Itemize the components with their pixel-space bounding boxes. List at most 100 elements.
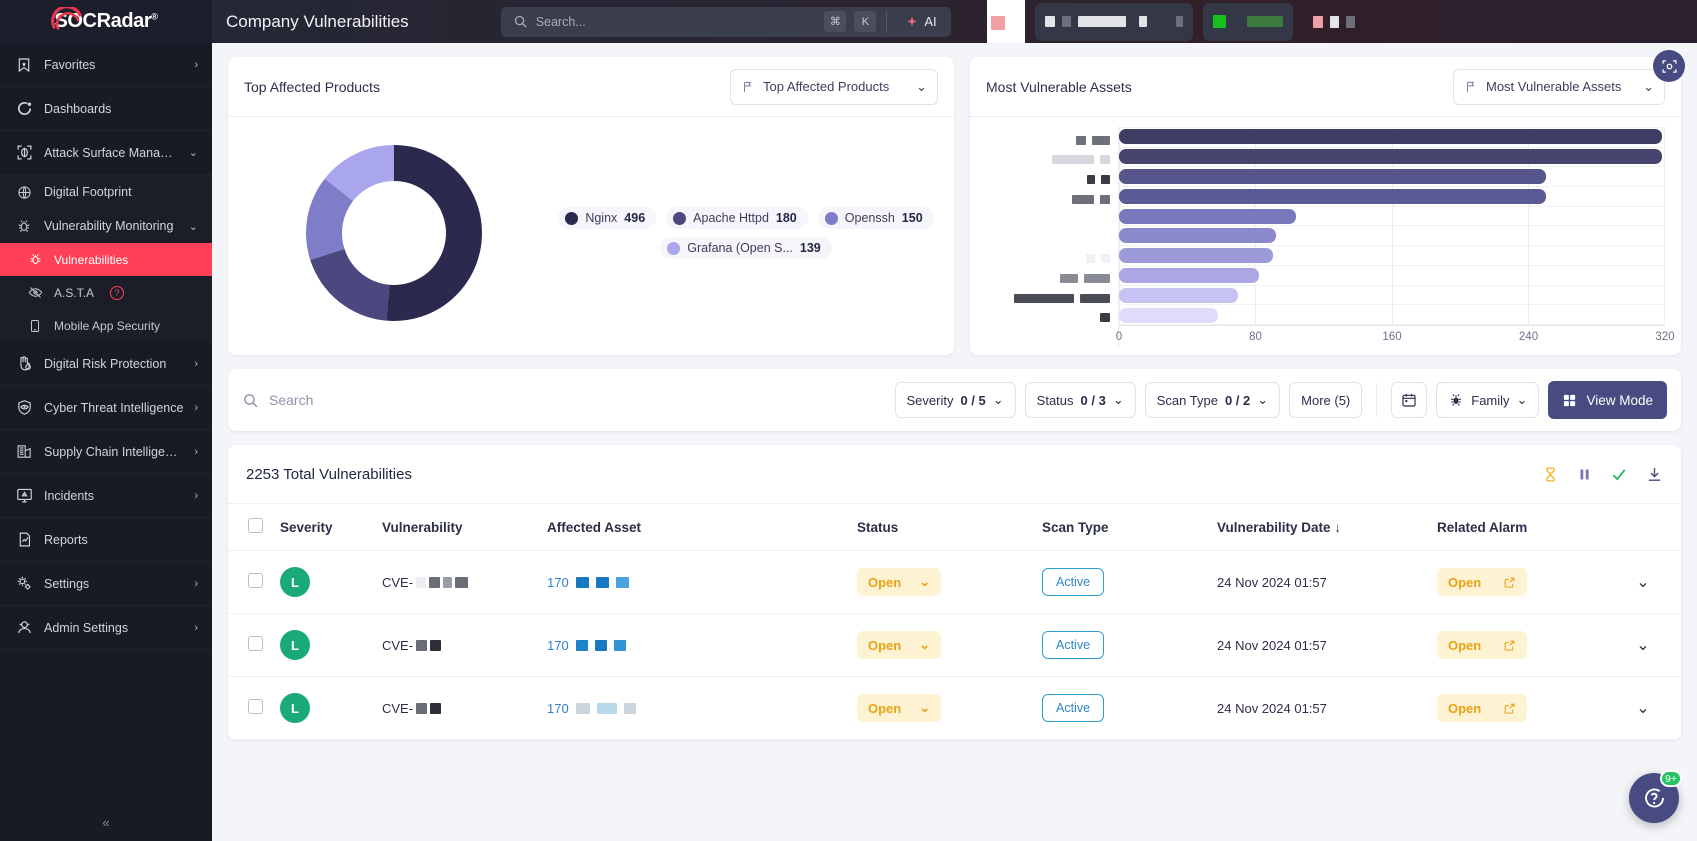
sidebar-item-cyber-threat-intelligence[interactable]: Cyber Threat Intelligence › (0, 386, 212, 430)
bar-row[interactable] (1119, 246, 1665, 265)
expand-row-chevron-icon[interactable]: ⌄ (1636, 700, 1649, 717)
legend-color-dot (667, 241, 681, 255)
related-alarm-badge[interactable]: Open (1437, 631, 1528, 659)
scan-type-badge: Active (1042, 694, 1105, 722)
pause-icon[interactable] (1577, 466, 1592, 483)
check-icon[interactable] (1610, 466, 1628, 483)
search-input[interactable]: Search... (536, 15, 817, 29)
table-row[interactable]: L CVE- 170 Open ⌄ Active 24 Nov 2024 01:57 Op… (228, 550, 1681, 614)
asset-link[interactable]: 170 (547, 638, 841, 653)
help-badge-icon[interactable]: ? (110, 285, 125, 300)
cell-vulnerability: CVE- (374, 676, 539, 740)
table-row[interactable]: L CVE- 170 Open ⌄ Active 24 Nov 2024 01:57 Op… (228, 676, 1681, 740)
bar-row[interactable] (1119, 286, 1665, 305)
sidebar-item-vulnerability-monitoring[interactable]: Vulnerability Monitoring ⌄ (0, 209, 212, 243)
related-alarm-badge[interactable]: Open (1437, 694, 1528, 722)
hourglass-icon[interactable] (1542, 466, 1559, 483)
select-all-checkbox[interactable] (248, 518, 263, 533)
status-label: Open (868, 637, 902, 653)
brand-logo[interactable]: SOCRadar® (0, 0, 212, 43)
th-vulnerability[interactable]: Vulnerability (374, 503, 539, 551)
status-badge[interactable]: Open ⌄ (857, 694, 942, 722)
sidebar-item-admin-settings[interactable]: Admin Settings › (0, 606, 212, 650)
sidebar-item-supply-chain-intelligence[interactable]: Supply Chain Intelligence › (0, 430, 212, 474)
view-mode-button[interactable]: View Mode (1548, 381, 1667, 419)
bar[interactable] (1119, 148, 1662, 164)
legend-item[interactable]: Nginx 496 (558, 207, 657, 229)
sidebar-item-digital-risk-protection[interactable]: Digital Risk Protection › (0, 342, 212, 386)
sidebar-item-asta[interactable]: A.S.T.A ? (0, 276, 212, 309)
donut-slice[interactable] (310, 248, 390, 321)
status-badge[interactable]: Open ⌄ (857, 568, 942, 596)
asset-link[interactable]: 170 (547, 701, 841, 716)
top-affected-products-card: Top Affected Products Top Affected Produ… (228, 57, 954, 355)
bar[interactable] (1119, 168, 1546, 184)
expand-row-chevron-icon[interactable]: ⌄ (1636, 574, 1649, 591)
status-badge[interactable]: Open ⌄ (857, 631, 942, 659)
cell-affected-asset: 170 (539, 676, 849, 740)
filter-scan-type[interactable]: Scan Type 0 / 2 ⌄ (1144, 382, 1281, 418)
calendar-button[interactable] (1391, 382, 1428, 418)
th-vulnerability-date[interactable]: Vulnerability Date ↓ (1209, 503, 1429, 551)
download-icon[interactable] (1646, 466, 1663, 483)
sidebar-item-mobile-app-security[interactable]: Mobile App Security (0, 309, 212, 342)
asset-link[interactable]: 170 (547, 575, 841, 590)
sidebar-item-settings[interactable]: Settings › (0, 562, 212, 606)
bar-row[interactable] (1119, 226, 1665, 245)
donut-chart-region: Nginx 496 Apache Httpd 180 Openssh 150 Grafana… (244, 133, 938, 333)
family-dropdown[interactable]: Family ⌄ (1436, 382, 1540, 418)
mobile-icon (26, 316, 44, 336)
bar[interactable] (1119, 228, 1276, 244)
bar-row[interactable] (1119, 306, 1665, 325)
bar-row[interactable] (1119, 127, 1665, 146)
th-related-alarm[interactable]: Related Alarm (1429, 503, 1619, 551)
sidebar-item-favorites[interactable]: Favorites › (0, 43, 212, 87)
legend-item[interactable]: Apache Httpd 180 (666, 207, 808, 229)
bar-row[interactable] (1119, 187, 1665, 206)
x-tick-label: 160 (1382, 331, 1402, 343)
sidebar-item-attack-surface-management[interactable]: Attack Surface Management ⌄ (0, 131, 212, 175)
filter-status[interactable]: Status 0 / 3 ⌄ (1024, 382, 1136, 418)
row-checkbox[interactable] (248, 573, 263, 588)
bar[interactable] (1119, 188, 1546, 204)
bar[interactable] (1119, 129, 1662, 144)
global-search[interactable]: Search... ⌘ K AI (500, 6, 951, 37)
sidebar-item-incidents[interactable]: Incidents › (0, 474, 212, 518)
legend-value: 180 (775, 211, 797, 225)
sidebar-item-reports[interactable]: Reports (0, 518, 212, 562)
th-status[interactable]: Status (849, 503, 1034, 551)
expand-row-chevron-icon[interactable]: ⌄ (1636, 637, 1649, 654)
bar[interactable] (1119, 307, 1218, 323)
bar-row[interactable] (1119, 147, 1665, 166)
filter-more-button[interactable]: More (5) (1289, 382, 1363, 418)
sidebar-item-digital-footprint[interactable]: Digital Footprint (0, 175, 212, 209)
sidebar-item-dashboards[interactable]: Dashboards (0, 87, 212, 131)
ai-button[interactable]: AI (897, 14, 944, 29)
bar-row[interactable] (1119, 167, 1665, 186)
table-search[interactable]: Search (242, 392, 895, 409)
legend-item[interactable]: Grafana (Open S... 139 (660, 237, 832, 259)
th-scan-type[interactable]: Scan Type (1034, 503, 1209, 551)
bar-row[interactable] (1119, 207, 1665, 226)
th-affected-asset[interactable]: Affected Asset (539, 503, 849, 551)
row-checkbox[interactable] (248, 636, 263, 651)
table-search-input[interactable]: Search (269, 392, 313, 408)
most-vulnerable-assets-select[interactable]: Most Vulnerable Assets ⌄ (1453, 68, 1665, 105)
focus-scan-button[interactable] (1653, 50, 1685, 82)
bar[interactable] (1119, 248, 1273, 264)
related-alarm-badge[interactable]: Open (1437, 568, 1528, 596)
table-row[interactable]: L CVE- 170 Open ⌄ Active 24 Nov 2024 01:57 Op… (228, 613, 1681, 677)
sidebar-collapse-button[interactable]: « (0, 803, 212, 841)
top-affected-products-select[interactable]: Top Affected Products ⌄ (730, 68, 938, 105)
filter-severity[interactable]: Severity 0 / 5 ⌄ (894, 382, 1016, 418)
bar[interactable] (1119, 268, 1259, 284)
bar-row[interactable] (1119, 266, 1665, 285)
chat-help-button[interactable]: 9+ (1629, 770, 1682, 823)
th-severity[interactable]: Severity (272, 503, 374, 551)
bar[interactable] (1119, 208, 1297, 224)
bar[interactable] (1119, 288, 1239, 303)
legend-item[interactable]: Openssh 150 (817, 207, 934, 229)
sidebar-item-vulnerabilities[interactable]: Vulnerabilities (0, 243, 212, 276)
donut-slice[interactable] (386, 145, 482, 321)
row-checkbox[interactable] (248, 699, 263, 714)
